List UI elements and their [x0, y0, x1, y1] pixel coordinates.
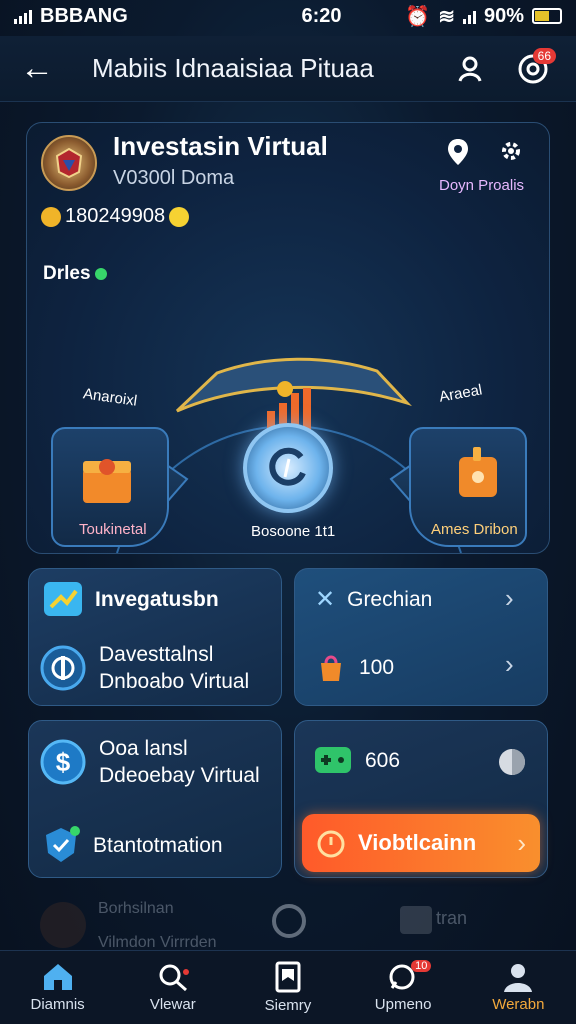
notifications-button[interactable]: 66	[510, 46, 556, 92]
card-subtitle: V0300l Doma	[113, 167, 235, 189]
segment-label-toukinetal: Toukinetal	[79, 521, 147, 538]
carrier-name: BBBANG	[40, 4, 128, 27]
page-title: Mabiis Idnaaisiaa Pituaa	[92, 53, 374, 83]
coin-icon	[41, 206, 61, 227]
gift-box-icon	[83, 459, 131, 503]
dollar-icon: $	[40, 739, 86, 785]
faded-content-row: Borhsilnan Vilmdon Virrrden tran	[0, 896, 576, 956]
gear-icon[interactable]	[497, 137, 525, 165]
primary-action-button[interactable]: Viobtlcainn ›	[302, 814, 540, 872]
power-icon	[40, 645, 86, 691]
faded-avatar	[40, 902, 86, 948]
chevron-right-icon[interactable]: ›	[505, 583, 514, 614]
wheel-segment-right-lower[interactable]: Ames Dribon	[409, 427, 527, 547]
faded-block-icon	[272, 904, 306, 938]
nav-label-profile: Werabn	[492, 996, 545, 1013]
nav-item-summary[interactable]: Siemry	[236, 961, 340, 1014]
timer-icon	[317, 830, 345, 858]
notification-badge: 66	[532, 47, 556, 64]
game-value: 606	[365, 748, 401, 772]
avatar[interactable]	[41, 135, 97, 191]
grechan-tile[interactable]: ✕ Grechian › 100 ›	[294, 568, 548, 706]
top-app-bar: ← Mabiis Idnaaisiaa Pituaa 66	[0, 36, 576, 102]
faded-play-icon	[400, 906, 432, 934]
shield-check-icon	[46, 826, 80, 862]
cta-label: Viobtlcainn	[358, 830, 477, 855]
bookmark-icon	[275, 961, 301, 993]
nav-label-search: Vlewar	[149, 996, 196, 1013]
dollar-line2: Ddeoebay Virtual	[99, 764, 260, 787]
emblem-icon	[55, 147, 83, 179]
clock: 6:20	[301, 4, 342, 27]
bag-icon	[321, 655, 341, 681]
search-icon	[159, 964, 189, 992]
nav-label-home: Diamnis	[30, 996, 85, 1013]
grechan-title: Grechian	[347, 588, 433, 611]
chart-arrow-icon	[44, 582, 82, 616]
bottom-navigation: Diamnis Vlewar Siemry 10 Upmeno Werabn	[0, 950, 576, 1024]
profile-icon	[504, 964, 533, 992]
cell-signal-icon	[462, 8, 476, 24]
dollar-extra: Btantotmation	[93, 833, 223, 857]
invest-line2: Dnboabo Virtual	[99, 670, 250, 693]
alarm-icon: ⏰	[405, 5, 431, 28]
segment-label-ames-dribon: Ames Dribon	[431, 521, 518, 538]
location-pin-icon[interactable]	[445, 137, 471, 167]
dollar-line1: Ooa lansl	[99, 737, 188, 760]
investment-hub-card: Investasin Virtual V0300l Doma 180249908…	[26, 122, 550, 554]
nav-item-search[interactable]: Vlewar	[121, 962, 225, 1013]
faded-text-1: Borhsilnan	[98, 900, 174, 917]
home-icon	[43, 964, 72, 990]
nav-badge: 10	[411, 960, 432, 972]
central-hub-button[interactable]	[243, 423, 333, 513]
status-bar: BBBANG 6:20 ⏰ ≋ 90%	[0, 0, 576, 32]
wallet-icon	[459, 447, 497, 497]
coin-flip-icon[interactable]	[497, 747, 527, 777]
settings-user-button[interactable]	[448, 46, 494, 92]
coin-icon-right	[169, 206, 190, 227]
nav-item-updates[interactable]: 10 Upmeno	[351, 960, 455, 1013]
back-arrow-icon[interactable]: ←	[20, 49, 64, 88]
segment-label-bosoone: Bosoone 1t1	[251, 523, 336, 540]
refresh-icon	[269, 447, 306, 486]
faded-text-3: tran	[436, 908, 468, 928]
battery-percent: 90%	[483, 4, 524, 27]
invest-tile-title: Invegatusbn	[95, 587, 219, 611]
gamepad-icon	[315, 747, 351, 773]
signal-icon	[14, 8, 32, 24]
card-title: Investasin Virtual	[113, 131, 328, 161]
nav-label-summary: Siemry	[264, 997, 312, 1014]
chevron-right-icon-2[interactable]: ›	[505, 649, 514, 680]
svg-text:$: $	[56, 747, 71, 777]
balance-value: 180249908	[65, 205, 166, 227]
nav-item-profile[interactable]: Werabn	[466, 962, 570, 1013]
wifi-icon: ≋	[438, 5, 455, 28]
user-gear-icon	[458, 56, 482, 82]
crossed-tools-icon: ✕	[315, 586, 336, 613]
grechan-value: 100	[359, 655, 395, 679]
dollar-tile[interactable]: $ Ooa lansl Ddeoebay Virtual Btantotmati…	[28, 720, 282, 878]
deploy-label[interactable]: Doyn Proalis	[439, 177, 524, 194]
balance-display: 180249908	[41, 205, 190, 228]
chevron-right-icon-cta: ›	[517, 827, 526, 858]
wheel-segment-left-lower[interactable]: Toukinetal	[51, 427, 169, 547]
nav-item-home[interactable]: Diamnis	[6, 962, 110, 1013]
invest-tile[interactable]: Invegatusbn Davesttalnsl Dnboabo Virtual	[28, 568, 282, 706]
battery-icon	[531, 8, 562, 24]
nav-label-updates: Upmeno	[374, 996, 432, 1013]
invest-line1: Davesttalnsl	[99, 643, 214, 666]
